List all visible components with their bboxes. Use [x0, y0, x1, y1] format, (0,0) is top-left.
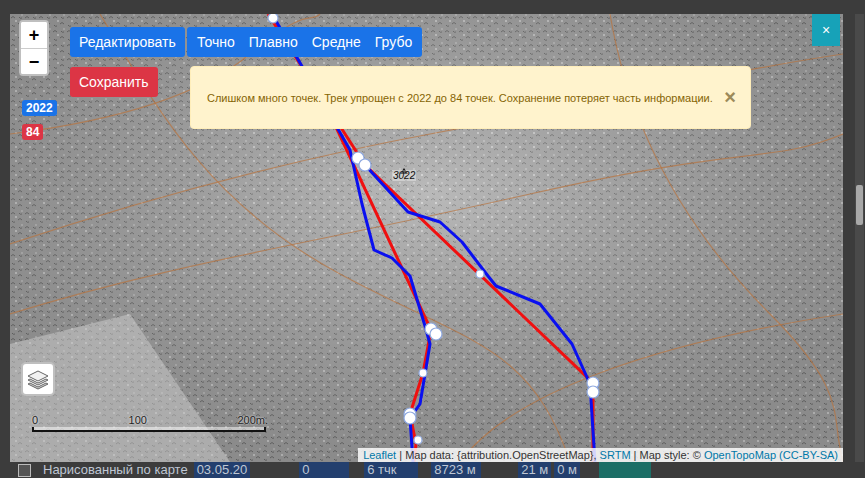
scale-label: 200m. — [237, 414, 268, 426]
track-point-marker[interactable] — [268, 14, 278, 23]
row-cell: 6 тчк — [364, 462, 418, 478]
map[interactable]: 3022+−РедактироватьТочноПлавноСреднеГруб… — [10, 14, 843, 462]
point-count-badge: 2022 — [22, 100, 57, 116]
simplify-mode-button[interactable]: Плавно — [242, 27, 305, 57]
layers-icon — [26, 367, 50, 391]
scale-label: 0 — [32, 414, 38, 426]
track-point-marker[interactable] — [414, 436, 422, 444]
track-point-marker[interactable] — [430, 328, 442, 340]
scrollbar[interactable] — [855, 14, 864, 462]
zoom-control: +− — [19, 20, 49, 76]
alert-close-button[interactable]: × — [724, 86, 736, 109]
attribution-text: | Map style: © — [631, 449, 704, 461]
page-backdrop-right — [843, 14, 865, 462]
scale-label: 100 — [129, 414, 147, 426]
close-button[interactable]: × — [812, 14, 840, 46]
row-checkbox[interactable] — [18, 464, 31, 477]
save-button[interactable]: Сохранить — [70, 67, 158, 97]
track-point-marker[interactable] — [359, 159, 371, 171]
attribution-text: | Map data: {attribution.OpenStreetMap}, — [396, 449, 599, 461]
row-cell: 0 — [299, 462, 349, 478]
simplify-mode-button[interactable]: Грубо — [368, 27, 419, 57]
lowland-area — [10, 314, 230, 462]
contour-line — [460, 314, 843, 462]
terrain-texture — [10, 14, 843, 462]
track-point-marker[interactable] — [404, 412, 416, 424]
zoom-button[interactable]: − — [21, 48, 47, 74]
track-point-marker[interactable] — [419, 369, 427, 377]
contour-line — [10, 54, 843, 244]
edit-button[interactable]: Редактировать — [70, 27, 185, 57]
page-backdrop-left — [0, 14, 10, 462]
row-cell: 21 м — [518, 462, 551, 478]
track-table-row[interactable]: Нарисованный по карте03.05.20 0 6 тчк 8723 … — [0, 462, 865, 478]
attribution-link[interactable]: OpenTopoMap (CC-BY-SA) — [704, 449, 838, 461]
attribution-link[interactable]: SRTM — [600, 449, 631, 461]
warning-alert: Слишком много точек. Трек упрощен с 2022… — [190, 66, 751, 129]
peak-label: 3022 — [392, 170, 416, 181]
row-cell: Нарисованный по карте — [40, 462, 191, 478]
terrain-shading — [10, 14, 843, 462]
point-count-badge: 84 — [22, 124, 43, 140]
track-point-marker[interactable] — [476, 270, 484, 278]
scale-bar: 0 100 200m. — [32, 414, 268, 432]
zoom-button[interactable]: + — [21, 22, 47, 48]
row-cell: 8723 м — [431, 462, 481, 478]
page-backdrop-top — [0, 0, 865, 14]
scale-line — [32, 427, 266, 432]
row-cell: 0 м — [554, 462, 580, 478]
scrollbar-thumb[interactable] — [856, 185, 863, 225]
row-cell: 03.05.20 — [194, 462, 251, 478]
attribution-link[interactable]: Leaflet — [363, 449, 396, 461]
layers-button[interactable] — [21, 362, 55, 396]
point-count-badges: 2022 84 — [22, 100, 57, 140]
row-action-button[interactable] — [599, 462, 651, 478]
simplify-mode-button[interactable]: Точно — [190, 27, 242, 57]
map-attribution: Leaflet | Map data: {attribution.OpenStr… — [358, 448, 843, 462]
simplify-mode-button[interactable]: Средне — [305, 27, 368, 57]
page: 3022+−РедактироватьТочноПлавноСреднеГруб… — [0, 0, 865, 478]
alert-text: Слишком много точек. Трек упрощен с 2022… — [207, 92, 713, 104]
track-point-marker[interactable] — [587, 386, 599, 398]
simplify-mode-group: ТочноПлавноСреднеГрубо — [187, 27, 422, 57]
original-track[interactable] — [365, 165, 595, 462]
